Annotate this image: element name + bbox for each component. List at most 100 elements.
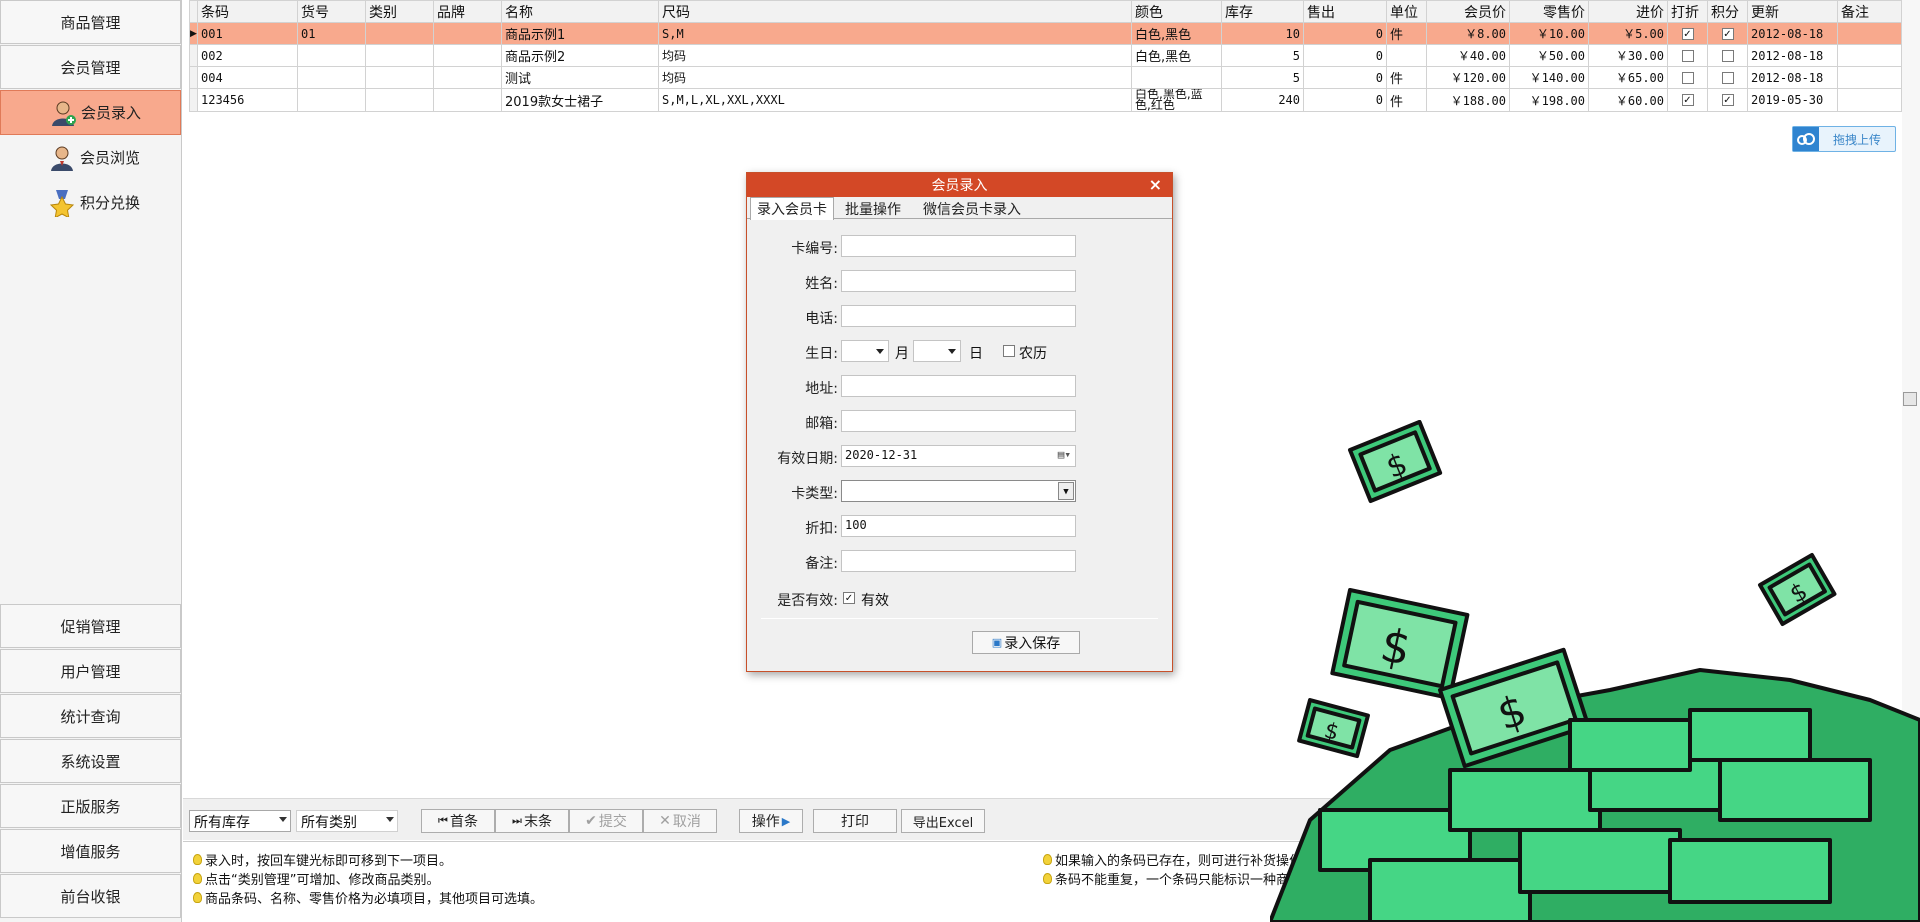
sidebar-item-member-browse[interactable]: 会员浏览: [0, 135, 181, 180]
cell-stock[interactable]: 240: [1221, 88, 1304, 112]
valid-checkbox[interactable]: ✓: [843, 592, 855, 604]
col-size[interactable]: 尺码: [658, 0, 1132, 23]
nav-product-management[interactable]: 商品管理: [0, 0, 181, 44]
email-input[interactable]: [841, 410, 1076, 432]
cell-category[interactable]: [365, 66, 434, 89]
dialog-titlebar[interactable]: 会员录入 ×: [747, 173, 1172, 197]
nav-license-service[interactable]: 正版服务: [0, 784, 181, 828]
nav-user-management[interactable]: 用户管理: [0, 649, 181, 693]
nav-statistics[interactable]: 统计查询: [0, 694, 181, 738]
cell-size[interactable]: S,M: [658, 22, 1132, 45]
cell-member-price[interactable]: ￥188.00: [1426, 88, 1510, 112]
cell-sku[interactable]: [297, 44, 366, 67]
cell-color[interactable]: [1131, 66, 1222, 89]
col-stock[interactable]: 库存: [1221, 0, 1304, 23]
cell-stock[interactable]: 5: [1221, 66, 1304, 89]
table-row[interactable]: 123456 2019款女士裙子 S,M,L,XL,XXL,XXXL 白色,黑色,蓝色…: [189, 88, 1902, 112]
cell-updated[interactable]: 2012-08-18: [1747, 66, 1838, 89]
cell-stock[interactable]: 5: [1221, 44, 1304, 67]
operate-button[interactable]: 操作 ▶: [739, 809, 803, 833]
cell-note[interactable]: [1837, 44, 1902, 67]
points-checkbox[interactable]: [1721, 49, 1734, 62]
cell-unit[interactable]: [1386, 44, 1427, 67]
note-input[interactable]: [841, 550, 1076, 572]
cell-note[interactable]: [1837, 88, 1902, 112]
cell-name[interactable]: 2019款女士裙子: [501, 88, 659, 112]
sidebar-item-member-entry[interactable]: 会员录入: [0, 90, 181, 135]
col-updated[interactable]: 更新: [1747, 0, 1838, 23]
points-checkbox[interactable]: ✓: [1721, 94, 1734, 106]
cell-member-price[interactable]: ￥40.00: [1426, 44, 1510, 67]
cell-retail-price[interactable]: ￥10.00: [1509, 22, 1589, 45]
table-row[interactable]: ▶ 001 01 商品示例1 S,M 白色,黑色 10 0 件 ￥8.00 ￥10.00 ￥5.00 ✓…: [189, 22, 1902, 45]
cell-barcode[interactable]: 123456: [197, 88, 298, 112]
cell-cost[interactable]: ￥60.00: [1588, 88, 1668, 112]
tab-batch[interactable]: 批量操作: [839, 198, 907, 220]
row-indicator[interactable]: [189, 66, 198, 89]
nav-system-settings[interactable]: 系统设置: [0, 739, 181, 783]
cell-note[interactable]: [1837, 22, 1902, 45]
last-record-button[interactable]: ⏭ 末条: [495, 809, 569, 833]
cell-category[interactable]: [365, 44, 434, 67]
nav-value-added[interactable]: 增值服务: [0, 829, 181, 873]
discount-checkbox[interactable]: ✓: [1681, 94, 1694, 106]
cell-updated[interactable]: 2019-05-30: [1747, 88, 1838, 112]
cell-sold[interactable]: 0: [1303, 44, 1387, 67]
col-sku[interactable]: 货号: [297, 0, 366, 23]
col-color[interactable]: 颜色: [1131, 0, 1222, 23]
expiry-date-picker[interactable]: 2020-12-31 ▤▾: [841, 445, 1076, 467]
col-sold[interactable]: 售出: [1303, 0, 1387, 23]
cell-name[interactable]: 测试: [501, 66, 659, 89]
cancel-button[interactable]: ✕ 取消: [643, 809, 717, 833]
first-record-button[interactable]: ⏮ 首条: [421, 809, 495, 833]
cell-size[interactable]: 均码: [658, 66, 1132, 89]
row-indicator[interactable]: ▶: [189, 22, 198, 45]
card-type-select[interactable]: ▼: [841, 480, 1076, 502]
tab-member-card[interactable]: 录入会员卡: [750, 197, 834, 220]
close-icon[interactable]: ×: [1149, 175, 1162, 194]
card-no-input[interactable]: [841, 235, 1076, 257]
cell-updated[interactable]: 2012-08-18: [1747, 44, 1838, 67]
cell-size[interactable]: S,M,L,XL,XXL,XXXL: [658, 88, 1132, 112]
col-brand[interactable]: 品牌: [433, 0, 502, 23]
cell-note[interactable]: [1837, 66, 1902, 89]
row-indicator[interactable]: [189, 44, 198, 67]
col-note[interactable]: 备注: [1837, 0, 1902, 23]
stock-filter-select[interactable]: 所有库存: [189, 810, 291, 832]
export-excel-button[interactable]: 导出Excel: [901, 809, 985, 833]
cell-color[interactable]: 白色,黑色: [1131, 44, 1222, 67]
cell-cost[interactable]: ￥30.00: [1588, 44, 1668, 67]
birth-day-select[interactable]: [913, 340, 961, 362]
cell-name[interactable]: 商品示例1: [501, 22, 659, 45]
discount-checkbox[interactable]: [1681, 71, 1694, 84]
birth-month-select[interactable]: [841, 340, 889, 362]
cell-unit[interactable]: 件: [1386, 22, 1427, 45]
print-button[interactable]: 打印: [813, 809, 897, 833]
cell-sold[interactable]: 0: [1303, 22, 1387, 45]
cell-brand[interactable]: [433, 44, 502, 67]
cell-retail-price[interactable]: ￥50.00: [1509, 44, 1589, 67]
col-unit[interactable]: 单位: [1386, 0, 1427, 23]
cell-sold[interactable]: 0: [1303, 88, 1387, 112]
phone-input[interactable]: [841, 305, 1076, 327]
cell-brand[interactable]: [433, 88, 502, 112]
nav-promotion[interactable]: 促销管理: [0, 604, 181, 648]
tab-wechat-card[interactable]: 微信会员卡录入: [917, 198, 1027, 220]
cell-sku[interactable]: [297, 66, 366, 89]
cell-size[interactable]: 均码: [658, 44, 1132, 67]
cell-category[interactable]: [365, 22, 434, 45]
name-input[interactable]: [841, 270, 1076, 292]
col-points[interactable]: 积分: [1707, 0, 1748, 23]
col-barcode[interactable]: 条码: [197, 0, 298, 23]
cell-color[interactable]: 白色,黑色,蓝色,红色: [1131, 88, 1222, 112]
col-cost[interactable]: 进价: [1588, 0, 1668, 23]
cell-brand[interactable]: [433, 66, 502, 89]
scrollbar-thumb[interactable]: [1903, 392, 1917, 406]
chevron-down-icon[interactable]: ▼: [1058, 482, 1074, 500]
cell-cost[interactable]: ￥65.00: [1588, 66, 1668, 89]
discount-checkbox[interactable]: ✓: [1681, 27, 1694, 40]
table-row[interactable]: 002 商品示例2 均码 白色,黑色 5 0 ￥40.00 ￥50.00 ￥30.00 2012-…: [189, 44, 1902, 67]
cell-updated[interactable]: 2012-08-18: [1747, 22, 1838, 45]
cell-brand[interactable]: [433, 22, 502, 45]
cell-barcode[interactable]: 004: [197, 66, 298, 89]
